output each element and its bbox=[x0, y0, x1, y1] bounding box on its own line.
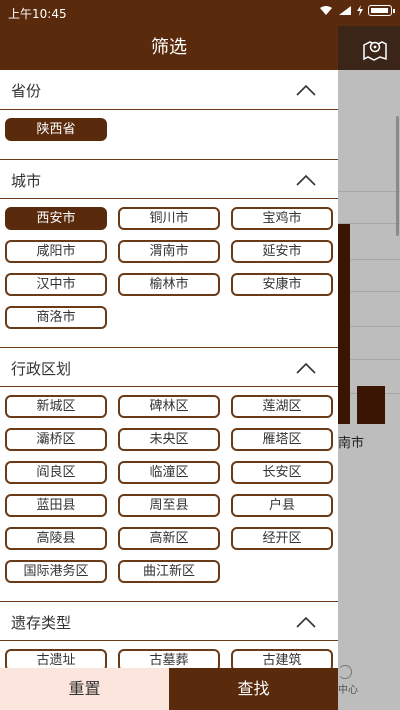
filter-chip[interactable]: 未央区 bbox=[118, 428, 220, 451]
filter-chip[interactable]: 高新区 bbox=[118, 527, 220, 550]
filter-chip[interactable]: 新城区 bbox=[5, 395, 107, 418]
chevron-up-icon[interactable] bbox=[296, 362, 316, 374]
section-title: 省份 bbox=[11, 82, 42, 100]
filter-chip[interactable]: 国际港务区 bbox=[5, 560, 107, 583]
chevron-up-icon[interactable] bbox=[296, 84, 316, 96]
filter-chip[interactable]: 安康市 bbox=[231, 273, 333, 296]
section-province: 省份 陕西省 bbox=[0, 70, 338, 159]
grid-line bbox=[338, 191, 400, 192]
filter-chip[interactable]: 西安市 bbox=[5, 207, 107, 230]
search-button[interactable]: 查找 bbox=[169, 668, 338, 710]
section-city: 城市 西安市 铜川市 宝鸡市咸阳市 渭南市 延安市汉中市 榆林市 安康市商洛市 bbox=[0, 159, 338, 347]
bottom-actions: 重置 查找 bbox=[0, 668, 338, 710]
section-district: 行政区划 新城区 碑林区 莲湖区灞桥区 未央区 雁塔区阎良区 临潼区 长安区蓝田县 周至县 户县… bbox=[0, 347, 338, 601]
filter-chip[interactable]: 咸阳市 bbox=[5, 240, 107, 263]
section-header[interactable]: 遗存类型 bbox=[0, 601, 338, 641]
chart-bar bbox=[338, 224, 350, 424]
filter-chip[interactable]: 阎良区 bbox=[5, 461, 107, 484]
filter-chip[interactable]: 雁塔区 bbox=[231, 428, 333, 451]
scrollbar[interactable] bbox=[396, 116, 399, 236]
filter-chip[interactable]: 渭南市 bbox=[118, 240, 220, 263]
filter-chip[interactable]: 蓝田县 bbox=[5, 494, 107, 517]
user-center-icon bbox=[338, 665, 352, 679]
chevron-up-icon[interactable] bbox=[296, 616, 316, 628]
reset-button[interactable]: 重置 bbox=[0, 668, 169, 710]
battery-icon bbox=[368, 5, 395, 16]
chevron-up-icon[interactable] bbox=[296, 174, 316, 186]
chart-x-label: 南市 bbox=[338, 436, 365, 451]
filter-chip[interactable]: 户县 bbox=[231, 494, 333, 517]
background-header bbox=[338, 26, 400, 70]
section-title: 遗存类型 bbox=[11, 614, 72, 632]
filter-chip[interactable]: 高陵县 bbox=[5, 527, 107, 550]
map-pin-icon[interactable] bbox=[362, 36, 388, 62]
filter-chip[interactable]: 周至县 bbox=[118, 494, 220, 517]
filter-chip[interactable]: 汉中市 bbox=[5, 273, 107, 296]
chip-list: 新城区 碑林区 莲湖区灞桥区 未央区 雁塔区阎良区 临潼区 长安区蓝田县 周至县 户县高陵县 高新… bbox=[0, 387, 338, 601]
filter-chip[interactable]: 商洛市 bbox=[5, 306, 107, 329]
filter-chip[interactable]: 曲江新区 bbox=[118, 560, 220, 583]
section-header[interactable]: 行政区划 bbox=[0, 347, 338, 387]
filter-chip[interactable]: 经开区 bbox=[231, 527, 333, 550]
section-title: 行政区划 bbox=[11, 360, 72, 378]
chart-bar bbox=[357, 386, 385, 424]
signal-icon bbox=[339, 6, 351, 15]
wifi-icon bbox=[320, 6, 332, 15]
tab-label: 中心 bbox=[338, 685, 358, 696]
filter-chip[interactable]: 碑林区 bbox=[118, 395, 220, 418]
charging-icon bbox=[357, 5, 363, 16]
filter-chip[interactable]: 灞桥区 bbox=[5, 428, 107, 451]
filter-chip[interactable]: 长安区 bbox=[231, 461, 333, 484]
filter-chip[interactable]: 延安市 bbox=[231, 240, 333, 263]
section-header[interactable]: 省份 bbox=[0, 70, 338, 110]
status-time: 上午10:45 bbox=[8, 7, 67, 21]
section-header[interactable]: 城市 bbox=[0, 159, 338, 199]
filter-chip[interactable]: 陕西省 bbox=[5, 118, 107, 141]
chip-list: 西安市 铜川市 宝鸡市咸阳市 渭南市 延安市汉中市 榆林市 安康市商洛市 bbox=[0, 199, 338, 347]
background-app[interactable]: 南市 中心 bbox=[338, 26, 400, 710]
chip-list: 陕西省 bbox=[0, 110, 338, 159]
section-title: 城市 bbox=[11, 172, 42, 190]
filter-chip[interactable]: 莲湖区 bbox=[231, 395, 333, 418]
filter-chip[interactable]: 铜川市 bbox=[118, 207, 220, 230]
status-icons bbox=[319, 5, 395, 16]
drawer-title: 筛选 bbox=[0, 26, 338, 70]
filter-chip[interactable]: 临潼区 bbox=[118, 461, 220, 484]
filter-drawer: 筛选 省份 陕西省 城市 西安市 铜川市 宝鸡市咸阳市 渭南市 延安市汉中市 榆林市 安康市… bbox=[0, 26, 338, 710]
status-bar: 上午10:45 bbox=[0, 0, 400, 26]
filter-chip[interactable]: 榆林市 bbox=[118, 273, 220, 296]
filter-chip[interactable]: 宝鸡市 bbox=[231, 207, 333, 230]
